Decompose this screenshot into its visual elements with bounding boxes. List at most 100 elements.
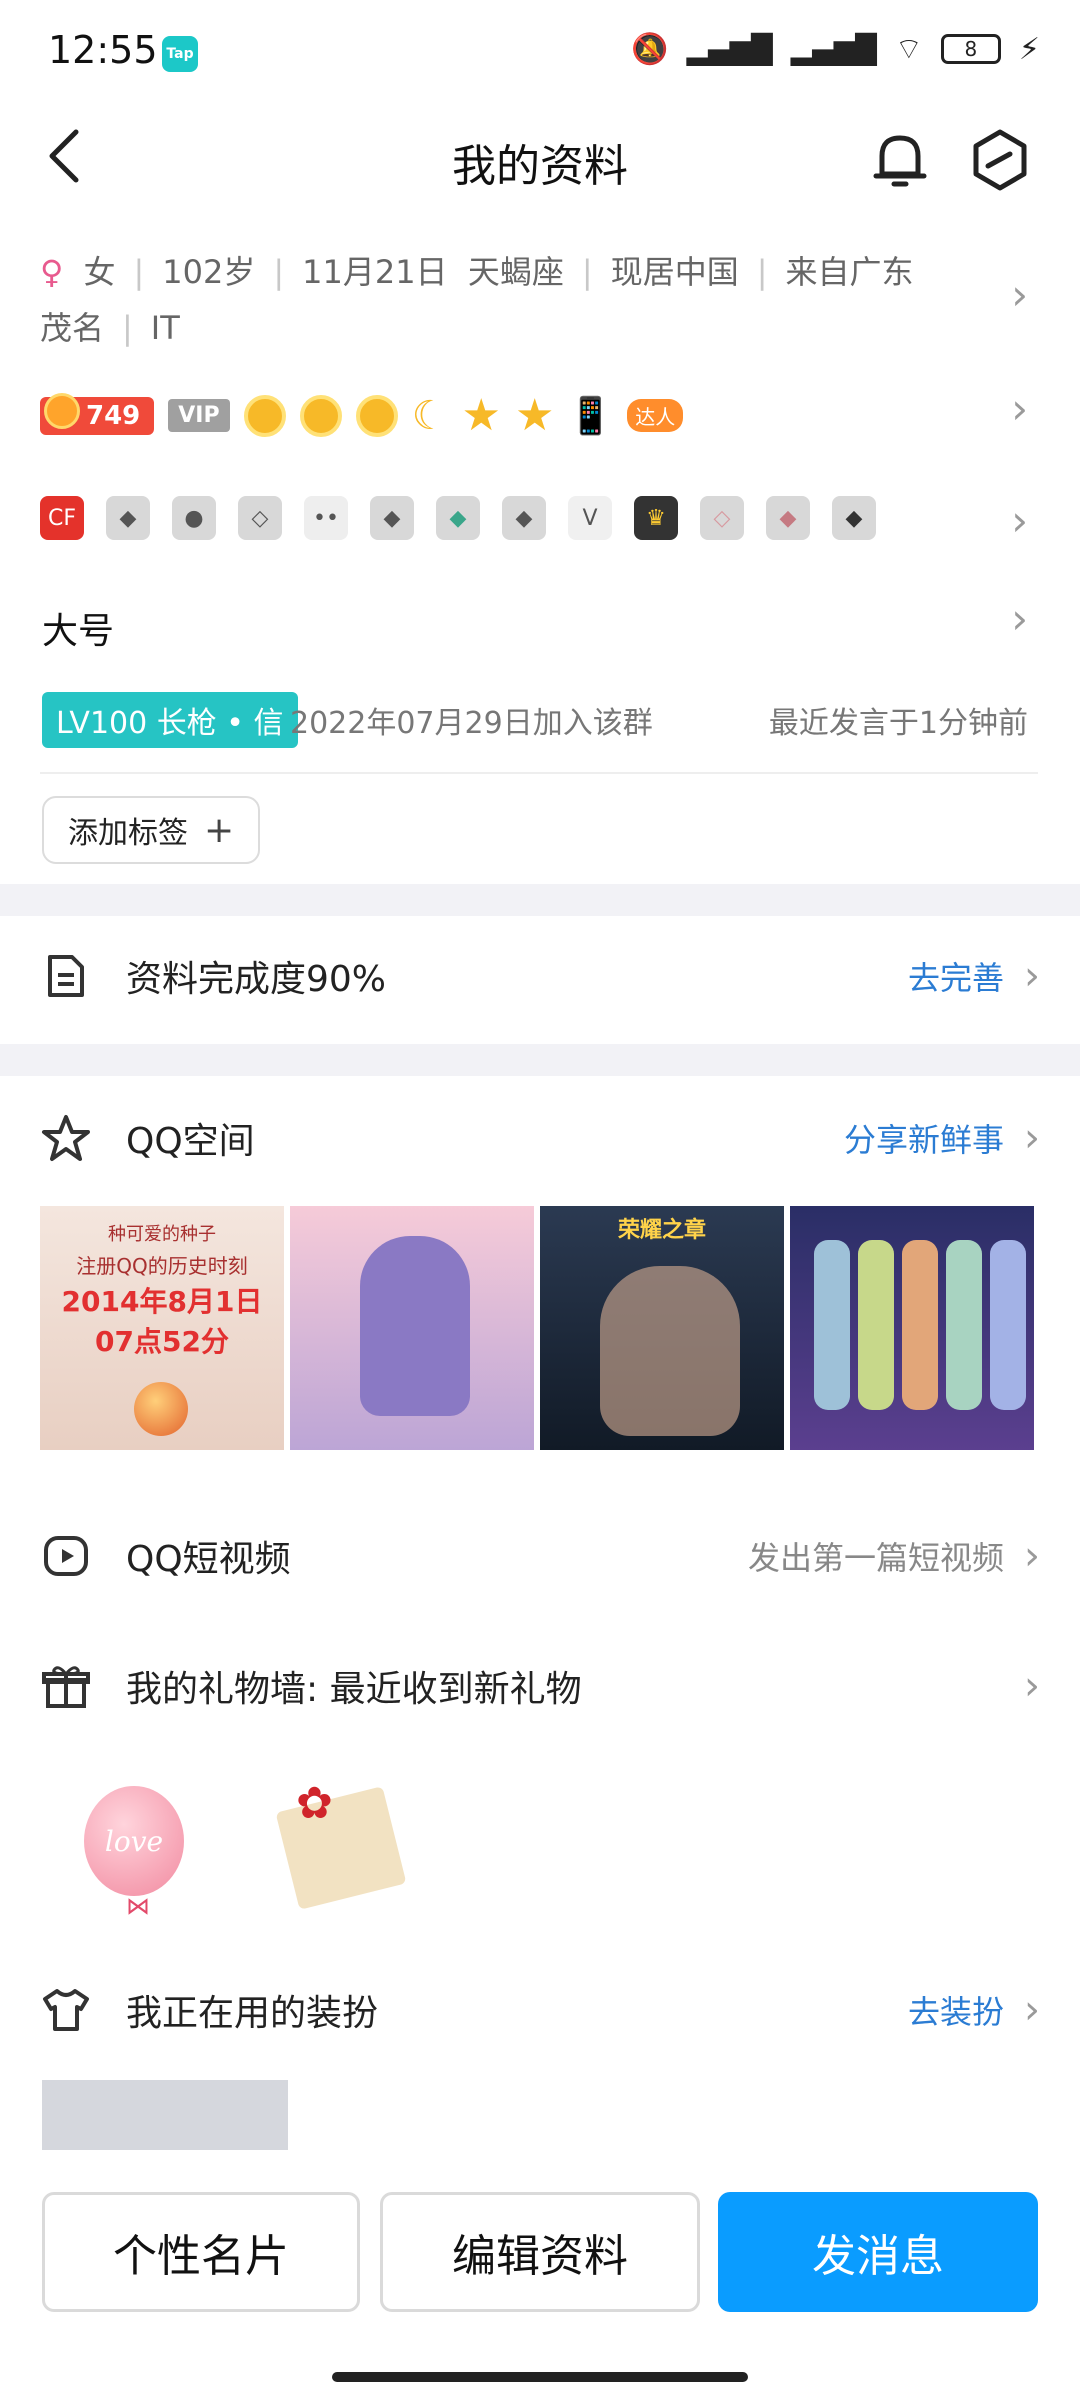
signal-icon: ▂▄▆█	[686, 32, 773, 66]
section-gap	[0, 1044, 1080, 1076]
add-tag-label: 添加标签	[68, 816, 188, 851]
chevron-right-icon: ›	[1024, 1987, 1040, 2033]
vip-badge: VIP	[168, 399, 230, 432]
pink-diamond-icon: ◇	[700, 496, 744, 540]
profile-info-chevron-icon: ›	[1011, 270, 1028, 319]
face-icon: ••	[304, 496, 348, 540]
settings-button[interactable]	[970, 128, 1030, 196]
photo-caption: 注册QQ的历史时刻	[76, 1254, 248, 1278]
last-speak-text: 最近发言于1分钟前	[768, 706, 1028, 741]
plus-icon: +	[204, 809, 235, 851]
gender-text: 女	[83, 253, 116, 291]
outfit-label: 我正在用的装扮	[126, 1993, 379, 2034]
short-video-label: QQ短视频	[126, 1539, 291, 1580]
completeness-row[interactable]: 资料完成度90% 去完善 ›	[40, 950, 1040, 1002]
card-illustration	[990, 1240, 1026, 1410]
status-time: 12:55	[48, 28, 158, 72]
card-illustration	[902, 1240, 938, 1410]
qzone-row[interactable]: QQ空间 分享新鲜事 ›	[40, 1112, 1040, 1164]
profile-card-button[interactable]: 个性名片	[42, 2192, 360, 2312]
coin-badge: 749	[40, 392, 155, 435]
notification-button[interactable]	[872, 130, 928, 194]
daren-badge: 达人	[627, 399, 684, 432]
edit-profile-button[interactable]: 编辑资料	[380, 2192, 700, 2312]
mute-bell-icon: 🔕	[631, 31, 669, 67]
balloon-ribbon-icon: ⋈	[126, 1892, 150, 1920]
industry-text: IT	[150, 309, 180, 347]
share-news-link[interactable]: 分享新鲜事	[844, 1115, 1004, 1161]
section-gap	[0, 884, 1080, 916]
crown-penguin-icon: ♛	[634, 496, 678, 540]
outfit-row[interactable]: 我正在用的装扮 去装扮 ›	[40, 1984, 1040, 2036]
add-tag-button[interactable]: 添加标签 +	[42, 796, 261, 864]
portrait-illustration	[600, 1266, 740, 1436]
qzone-photos: 种可爱的种子 注册QQ的历史时刻 2014年8月1日 07点52分 荣耀之章	[40, 1206, 1034, 1450]
post-first-video-link[interactable]: 发出第一篇短视频	[748, 1533, 1004, 1579]
city-text: 茂名	[40, 309, 105, 347]
qzone-photo[interactable]: 种可爱的种子 注册QQ的历史时刻 2014年8月1日 07点52分	[40, 1206, 284, 1450]
group-chevron-icon[interactable]: ›	[1011, 594, 1028, 643]
chevron-right-icon: ›	[1024, 1663, 1040, 1709]
medal-wall[interactable]: CF ◆ ● ◇ •• ◆ ◆ ◆ V ♛ ◇ ◆ ◆	[40, 496, 876, 540]
qzone-label: QQ空间	[126, 1121, 255, 1162]
cf-game-badge-icon: CF	[40, 496, 84, 540]
status-bar: 12:55 Tap 🔕 ▂▄▆█ ▂▄▆█ ⌔ 8 ⚡	[0, 0, 1080, 110]
seed-icon	[134, 1382, 188, 1436]
video-play-icon	[40, 1530, 92, 1582]
group-level-tag: LV100 长枪 • 信	[42, 692, 298, 748]
sun-icon	[243, 394, 286, 437]
qzone-photo[interactable]	[290, 1206, 534, 1450]
level-chevron-icon: ›	[1011, 384, 1028, 433]
gift-wall-label: 我的礼物墙: 最近收到新礼物	[126, 1669, 582, 1710]
status-icons: 🔕 ▂▄▆█ ▂▄▆█ ⌔ 8 ⚡	[631, 30, 1040, 68]
age-text: 102岁	[162, 253, 256, 291]
chevron-right-icon: ›	[1024, 1115, 1040, 1161]
card-illustration	[858, 1240, 894, 1410]
star-icon: ★	[514, 390, 555, 441]
tap-app-icon: Tap	[162, 36, 198, 72]
sun-icon	[355, 394, 398, 437]
black-diamond-icon: ◆	[832, 496, 876, 540]
signal-icon-2: ▂▄▆█	[790, 32, 877, 66]
hometown-text: 来自广东	[785, 253, 914, 291]
card-illustration	[814, 1240, 850, 1410]
completeness-label: 资料完成度90%	[126, 959, 387, 1000]
penguin-icon: ●	[172, 496, 216, 540]
medal-chevron-icon: ›	[1011, 496, 1028, 545]
divider	[40, 772, 1038, 774]
penguin-gem-icon: ◆	[370, 496, 414, 540]
short-video-row[interactable]: QQ短视频 发出第一篇短视频 ›	[40, 1530, 1040, 1582]
phone-wings-icon: 📱	[568, 395, 614, 437]
outfit-preview[interactable]	[42, 2080, 288, 2150]
dress-up-link[interactable]: 去装扮	[908, 1987, 1004, 2033]
gift-wall-row[interactable]: 我的礼物墙: 最近收到新礼物 ›	[40, 1660, 1040, 1712]
tuxedo-icon: V	[568, 496, 612, 540]
hexagon-settings-icon	[973, 129, 1027, 191]
join-date-text: 2022年07月29日加入该群	[290, 706, 653, 741]
diamond-icon: ◇	[238, 496, 282, 540]
gender-icon: ♀	[40, 253, 64, 291]
penguin-hat-icon: ◆	[502, 496, 546, 540]
profile-info[interactable]: ♀ 女 | 102岁 | 11月21日 天蝎座 | 现居中国 | 来自广东 茂名 | IT	[40, 244, 920, 356]
chevron-right-icon: ›	[1024, 1533, 1040, 1579]
complete-profile-link[interactable]: 去完善	[908, 953, 1004, 999]
photo-caption: 种可爱的种子	[108, 1224, 216, 1245]
penguin-helmet-icon: ◆	[106, 496, 150, 540]
green-diamond-icon: ◆	[436, 496, 480, 540]
residence-text: 现居中国	[610, 253, 739, 291]
level-badges[interactable]: 749 VIP ☾ ★ ★ 📱 达人	[40, 390, 684, 441]
group-nickname: 大号	[42, 611, 115, 652]
qzone-photo[interactable]	[790, 1206, 1034, 1450]
qzone-photo[interactable]: 荣耀之章	[540, 1206, 784, 1450]
send-message-button[interactable]: 发消息	[718, 2192, 1038, 2312]
wifi-icon: ⌔	[894, 32, 923, 67]
gift-icon	[40, 1660, 92, 1712]
photo-date: 2014年8月1日 07点52分	[61, 1285, 263, 1358]
rose-diamond-icon: ◆	[766, 496, 810, 540]
home-indicator[interactable]	[332, 2372, 748, 2382]
photo-caption: 荣耀之章	[617, 1218, 706, 1243]
anime-girl-illustration	[360, 1236, 470, 1416]
sun-icon	[299, 394, 342, 437]
love-balloon-gift[interactable]: love	[84, 1786, 184, 1896]
moon-icon: ☾	[411, 392, 448, 439]
